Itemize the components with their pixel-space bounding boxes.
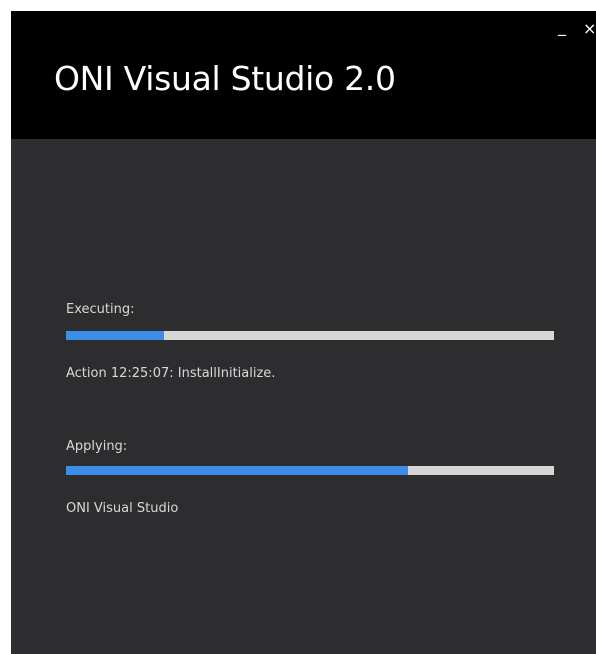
applying-status-text: ONI Visual Studio bbox=[66, 501, 179, 516]
executing-progress-bar bbox=[66, 331, 554, 340]
executing-progress-fill bbox=[66, 331, 164, 340]
applying-progress-fill bbox=[66, 466, 408, 475]
app-title: ONI Visual Studio 2.0 bbox=[54, 59, 396, 98]
applying-label: Applying: bbox=[66, 439, 128, 454]
installer-window: ONI Visual Studio 2.0 _ × Executing: Act… bbox=[11, 11, 596, 654]
executing-label: Executing: bbox=[66, 302, 135, 317]
close-icon[interactable]: × bbox=[583, 21, 596, 37]
executing-status-text: Action 12:25:07: InstallInitialize. bbox=[66, 366, 276, 381]
title-bar[interactable]: ONI Visual Studio 2.0 _ × bbox=[11, 11, 596, 139]
install-progress-panel: Executing: Action 12:25:07: InstallIniti… bbox=[11, 139, 596, 654]
applying-progress-bar bbox=[66, 466, 554, 475]
minimize-icon[interactable]: _ bbox=[558, 19, 566, 35]
